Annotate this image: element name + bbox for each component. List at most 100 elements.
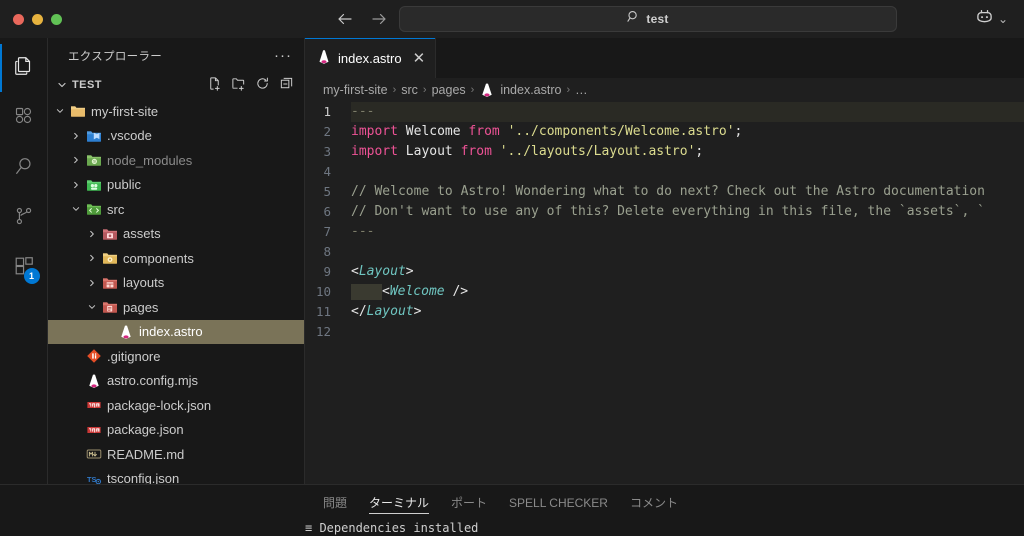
tree-item--vscode[interactable]: .vscode: [48, 124, 304, 149]
tree-item-label: node_modules: [107, 152, 193, 168]
line-number: 12: [315, 324, 331, 339]
tree-item-tsconfig-json[interactable]: TS tsconfig.json: [48, 467, 304, 484]
tree-item-label: .gitignore: [107, 348, 161, 364]
sidebar-item-source-control[interactable]: [0, 194, 48, 242]
breadcrumb-item[interactable]: …: [575, 83, 588, 97]
breadcrumb-item[interactable]: index.astro: [479, 82, 561, 98]
explorer-folder-name: TEST: [72, 79, 102, 91]
code-text: // Don't want to use any of this? Delete…: [351, 202, 1024, 222]
panel-tab-2[interactable]: ポート: [451, 485, 487, 520]
breadcrumb-label: src: [401, 83, 418, 97]
breadcrumb-label: index.astro: [500, 83, 562, 97]
code-line: 11 </Layout>: [305, 302, 1024, 322]
explorer-folder-section-header[interactable]: TEST: [48, 73, 304, 97]
chevron-right-icon[interactable]: [68, 153, 84, 167]
code-text: ---: [351, 102, 1024, 122]
code-line: 1 ---: [305, 102, 1024, 122]
sidebar-item-search[interactable]: [0, 144, 48, 192]
chevron-right-icon[interactable]: [84, 276, 100, 290]
collapse-all-icon[interactable]: [279, 76, 294, 94]
maximize-window-button[interactable]: [51, 13, 62, 25]
code-token-punct: >: [405, 264, 414, 279]
search-value: test: [646, 12, 669, 26]
chevron-right-icon[interactable]: [68, 129, 84, 143]
tree-item--gitignore[interactable]: .gitignore: [48, 344, 304, 369]
code-token-punct: </: [351, 304, 367, 319]
tree-item-src[interactable]: src: [48, 197, 304, 222]
panel-tab-3[interactable]: SPELL CHECKER: [509, 485, 608, 520]
code-token-punct: >: [413, 304, 422, 319]
folder-node-icon: S: [84, 152, 104, 168]
copilot-menu[interactable]: ⌄: [975, 8, 1008, 30]
folder-assets-icon: [100, 226, 120, 242]
close-window-button[interactable]: [13, 13, 24, 25]
chevron-down-icon[interactable]: [52, 104, 68, 118]
breadcrumb-item[interactable]: pages: [432, 83, 466, 97]
tab-index-astro[interactable]: index.astro ✕: [305, 38, 437, 78]
panel-tab-1[interactable]: ターミナル: [369, 485, 430, 520]
activity-bar: 1: [0, 38, 48, 484]
close-icon[interactable]: ✕: [413, 51, 426, 66]
code-line: 8: [305, 242, 1024, 262]
line-number: 10: [315, 284, 331, 299]
astro-icon: [116, 324, 136, 340]
explorer-more-actions-button[interactable]: ···: [274, 48, 292, 63]
tree-item-node-modules[interactable]: Snode_modules: [48, 148, 304, 173]
sidebar-item-extensions[interactable]: 1: [0, 244, 48, 292]
line-number: 2: [323, 124, 331, 139]
explorer-title-bar: エクスプローラー ···: [48, 38, 304, 73]
code-token-punct: <: [382, 284, 390, 299]
tree-item-label: public: [107, 177, 141, 193]
breadcrumb-item[interactable]: src: [401, 83, 418, 97]
minimize-window-button[interactable]: [32, 13, 43, 25]
title-bar: test ⌄: [0, 0, 1024, 38]
code-line: 4: [305, 162, 1024, 182]
code-token-kw: import: [351, 124, 398, 139]
window-controls[interactable]: [0, 13, 62, 25]
chevron-right-icon[interactable]: [68, 178, 84, 192]
code-token-str: '../layouts/Layout.astro': [499, 144, 696, 159]
sidebar-item-figma[interactable]: [0, 94, 48, 142]
bottom-panel: 問題 ターミナル ポート SPELL CHECKER コメント ≡ Dependenci…: [0, 484, 1024, 536]
code-editor[interactable]: 1 --- 2 import Welcome from '../components/…: [305, 102, 1024, 484]
tree-item-label: components: [123, 250, 194, 266]
tree-item-package-lock-json[interactable]: package-lock.json: [48, 393, 304, 418]
tree-item-index-astro[interactable]: index.astro: [48, 319, 304, 344]
workbench-body: 1 エクスプローラー ··· TEST my-first-site .vscod…: [0, 38, 1024, 484]
tree-item-pages[interactable]: pages: [48, 295, 304, 320]
tree-item-public[interactable]: public: [48, 173, 304, 198]
forward-arrow-icon[interactable]: [370, 11, 388, 27]
code-token-tag: Layout: [366, 304, 414, 319]
tree-item-readme-md[interactable]: README.md: [48, 442, 304, 467]
chevron-right-icon[interactable]: [84, 251, 100, 265]
chevron-down-icon[interactable]: ⌄: [998, 13, 1008, 25]
markdown-icon: [84, 446, 104, 462]
panel-tab-0[interactable]: 問題: [323, 485, 347, 520]
chevron-down-icon[interactable]: [68, 202, 84, 216]
tree-item-package-json[interactable]: package.json: [48, 418, 304, 443]
source-control-icon: [13, 205, 35, 232]
tree-item-assets[interactable]: assets: [48, 222, 304, 247]
panel-tab-4[interactable]: コメント: [630, 485, 678, 520]
back-arrow-icon[interactable]: [336, 11, 354, 27]
tree-item-layouts[interactable]: layouts: [48, 271, 304, 296]
new-folder-icon[interactable]: [231, 76, 246, 94]
tree-item-label: index.astro: [139, 324, 203, 340]
chevron-right-icon[interactable]: [84, 227, 100, 241]
panel-gutter: [0, 485, 48, 520]
code-text: // Welcome to Astro! Wondering what to d…: [351, 182, 1024, 202]
tree-item-components[interactable]: components: [48, 246, 304, 271]
chevron-down-icon[interactable]: [84, 300, 100, 314]
tree-item-astro-config-mjs[interactable]: astro.config.mjs: [48, 369, 304, 394]
code-token-kw: import: [351, 144, 398, 159]
indent-highlight: [351, 283, 382, 300]
sidebar-item-explorer[interactable]: [0, 44, 48, 92]
files-icon: [13, 55, 35, 82]
breadcrumb-item[interactable]: my-first-site: [323, 83, 388, 97]
tree-item-my-first-site[interactable]: my-first-site: [48, 99, 304, 124]
refresh-icon[interactable]: [255, 76, 270, 94]
command-center-search[interactable]: test: [399, 6, 897, 32]
new-file-icon[interactable]: [207, 76, 222, 94]
